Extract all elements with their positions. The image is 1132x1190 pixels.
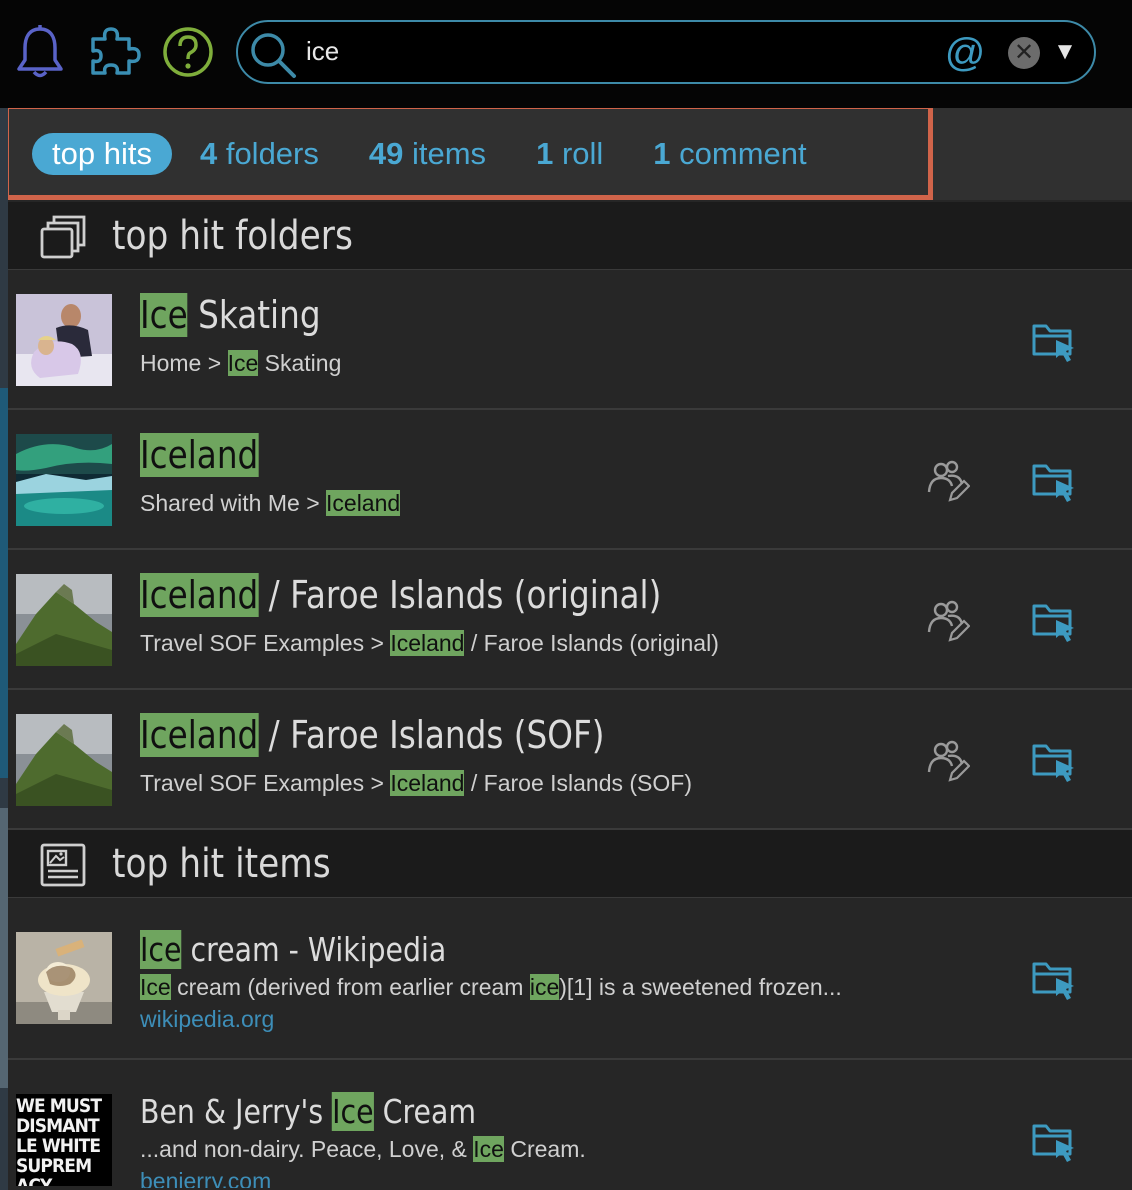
go-to-folder-icon[interactable] — [1030, 318, 1078, 364]
search-icon — [246, 28, 298, 80]
folder-title: Iceland / Faroe Islands (SOF) — [140, 713, 605, 757]
folder-path: Travel SOF Examples > Iceland / Faroe Is… — [140, 630, 719, 656]
folder-result-row[interactable]: Iceland Shared with Me > Iceland — [8, 410, 1132, 550]
shared-users-icon[interactable] — [924, 738, 971, 784]
item-snippet: Ice cream (derived from earlier cream ic… — [140, 974, 842, 1000]
shared-users-icon[interactable] — [924, 598, 971, 644]
item-source-link[interactable]: wikipedia.org — [140, 1004, 274, 1034]
search-options-dropdown-icon[interactable]: ▼ — [1050, 34, 1080, 70]
item-snippet: ...and non-dairy. Peace, Love, & Ice Cre… — [140, 1136, 586, 1162]
item-source-link[interactable]: benjerry.com — [140, 1166, 271, 1188]
go-to-folder-icon[interactable] — [1030, 598, 1078, 644]
folder-path: Travel SOF Examples > Iceland / Faroe Is… — [140, 770, 692, 796]
thumbnail-poster-text: WE MUST DISMANTLE WHITE SUPREMACY — [16, 1095, 102, 1186]
folder-result-row[interactable]: Ice Skating Home > Ice Skating — [8, 270, 1132, 410]
item-thumbnail: WE MUST DISMANTLE WHITE SUPREMACY — [16, 1094, 112, 1186]
go-to-folder-icon[interactable] — [1030, 956, 1078, 1002]
folders-icon — [38, 213, 88, 261]
shared-users-icon[interactable] — [924, 458, 971, 504]
folder-thumbnail — [16, 434, 112, 526]
folder-title: Ice Skating — [140, 293, 321, 337]
item-thumbnail — [16, 932, 112, 1024]
section-header-items: top hit items — [8, 830, 1132, 898]
item-title: Ice cream - Wikipedia — [140, 930, 447, 969]
go-to-folder-icon[interactable] — [1030, 458, 1078, 504]
go-to-folder-icon[interactable] — [1030, 738, 1078, 784]
folder-thumbnail — [16, 574, 112, 666]
section-header-folders: top hit folders — [8, 202, 1132, 270]
folder-thumbnail — [16, 714, 112, 806]
help-icon[interactable] — [160, 24, 216, 80]
search-results-panel: top hits 4 folders 49 items 1 roll 1 com… — [8, 108, 1132, 1190]
image-item-icon — [38, 841, 88, 889]
folder-result-row[interactable]: Iceland / Faroe Islands (original) Trave… — [8, 550, 1132, 690]
mention-at-icon[interactable]: @ — [942, 28, 988, 78]
search-query[interactable]: ice — [306, 34, 339, 68]
folder-path: Home > Ice Skating — [140, 350, 342, 376]
search-box[interactable]: ice @ ✕ ▼ — [236, 20, 1096, 84]
section-title: top hit folders — [112, 213, 353, 259]
puzzle-icon[interactable] — [86, 24, 142, 80]
item-title: Ben & Jerry's Ice Cream — [140, 1092, 476, 1131]
folder-thumbnail — [16, 294, 112, 386]
folder-title: Iceland / Faroe Islands (original) — [140, 573, 662, 617]
folder-title: Iceland — [140, 433, 259, 477]
item-result-row[interactable]: Ice cream - Wikipedia Ice cream (derived… — [8, 898, 1132, 1060]
clear-search-icon[interactable]: ✕ — [1008, 37, 1040, 69]
top-toolbar: ice @ ✕ ▼ — [0, 0, 1132, 108]
go-to-folder-icon[interactable] — [1030, 1118, 1078, 1164]
folder-result-row[interactable]: Iceland / Faroe Islands (SOF) Travel SOF… — [8, 690, 1132, 830]
section-title: top hit items — [112, 841, 331, 887]
item-result-row[interactable]: WE MUST DISMANTLE WHITE SUPREMACY Ben & … — [8, 1060, 1132, 1190]
folder-path: Shared with Me > Iceland — [140, 490, 401, 516]
bell-icon[interactable] — [12, 24, 68, 80]
highlight-outline — [8, 108, 933, 200]
